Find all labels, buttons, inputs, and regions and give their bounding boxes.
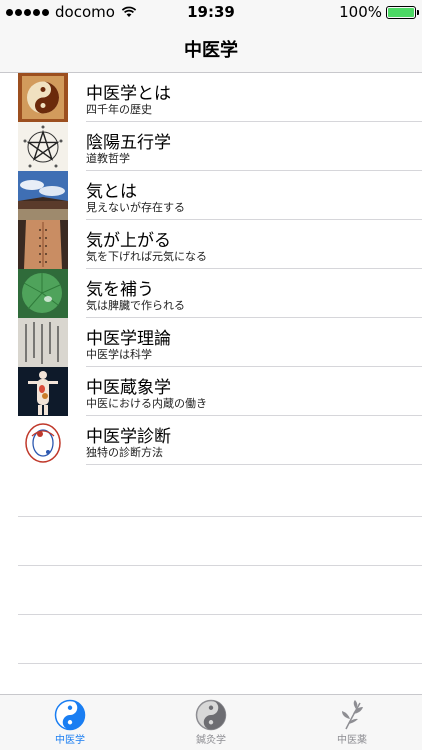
row-subtitle: 気は脾臓で作られる bbox=[86, 299, 185, 312]
tab-label: 中医薬 bbox=[337, 735, 367, 746]
yin-yang-thumbnail bbox=[18, 73, 68, 122]
tab-chinese-medicine[interactable]: 中医学 bbox=[0, 695, 140, 750]
battery-percent: 100% bbox=[339, 3, 382, 21]
row-divider bbox=[86, 464, 422, 465]
row-subtitle: 四千年の歴史 bbox=[86, 103, 152, 116]
list-item-tcm-diagnosis[interactable]: 中医学診断 独特の診断方法 bbox=[0, 416, 422, 465]
status-right: 100% bbox=[339, 3, 419, 21]
row-subtitle: 見えないが存在する bbox=[86, 201, 185, 214]
status-bar: docomo 19:39 100% bbox=[0, 0, 422, 24]
old-text-thumbnail bbox=[18, 318, 68, 367]
back-acupoints-thumbnail bbox=[18, 220, 68, 269]
tab-acupuncture[interactable]: 鍼灸学 bbox=[141, 695, 281, 750]
list-item-visceral-manifestation[interactable]: 中医蔵象学 中医における内蔵の働き bbox=[0, 367, 422, 416]
tab-label: 鍼灸学 bbox=[196, 735, 226, 746]
tab-bar: 中医学 鍼灸学 中医薬 bbox=[0, 694, 422, 750]
row-subtitle: 中医における内蔵の働き bbox=[86, 397, 207, 410]
empty-row-divider bbox=[18, 565, 422, 566]
yin-yang-icon bbox=[54, 699, 86, 731]
list-item-tcm-theory[interactable]: 中医学理論 中医学は科学 bbox=[0, 318, 422, 367]
row-subtitle: 道教哲学 bbox=[86, 152, 130, 165]
empty-row-divider bbox=[18, 663, 422, 664]
list-item-yin-yang-five-elements[interactable]: 陰陽五行学 道教哲学 bbox=[0, 122, 422, 171]
empty-row-divider bbox=[18, 614, 422, 615]
meridian-chart-thumbnail bbox=[18, 416, 68, 465]
row-subtitle: 独特の診断方法 bbox=[86, 446, 163, 459]
tab-herbal-medicine[interactable]: 中医薬 bbox=[282, 695, 422, 750]
tab-label: 中医学 bbox=[55, 735, 85, 746]
herb-leaf-icon bbox=[342, 700, 363, 730]
empty-row-divider bbox=[18, 516, 422, 517]
yin-yang-gray-icon bbox=[195, 699, 227, 731]
sky-building-thumbnail bbox=[18, 171, 68, 220]
list-item-qi[interactable]: 気とは 見えないが存在する bbox=[0, 171, 422, 220]
list-item-qi-rising[interactable]: 気が上がる 気を下げれば元気になる bbox=[0, 220, 422, 269]
topic-list: 中医学とは 四千年の歴史 陰陽五行学 道教哲学 気とは 見えないが存在する 気が… bbox=[0, 73, 422, 465]
list-item-tcm-intro[interactable]: 中医学とは 四千年の歴史 bbox=[0, 73, 422, 122]
lotus-leaf-thumbnail bbox=[18, 269, 68, 318]
row-subtitle: 中医学は科学 bbox=[86, 348, 152, 361]
pentagram-thumbnail bbox=[18, 122, 68, 171]
battery-icon bbox=[386, 5, 419, 19]
organs-figure-thumbnail bbox=[18, 367, 68, 416]
navigation-bar: 中医学 bbox=[0, 24, 422, 73]
row-subtitle: 気を下げれば元気になる bbox=[86, 250, 207, 263]
page-title: 中医学 bbox=[184, 40, 238, 61]
list-item-tonify-qi[interactable]: 気を補う 気は脾臓で作られる bbox=[0, 269, 422, 318]
